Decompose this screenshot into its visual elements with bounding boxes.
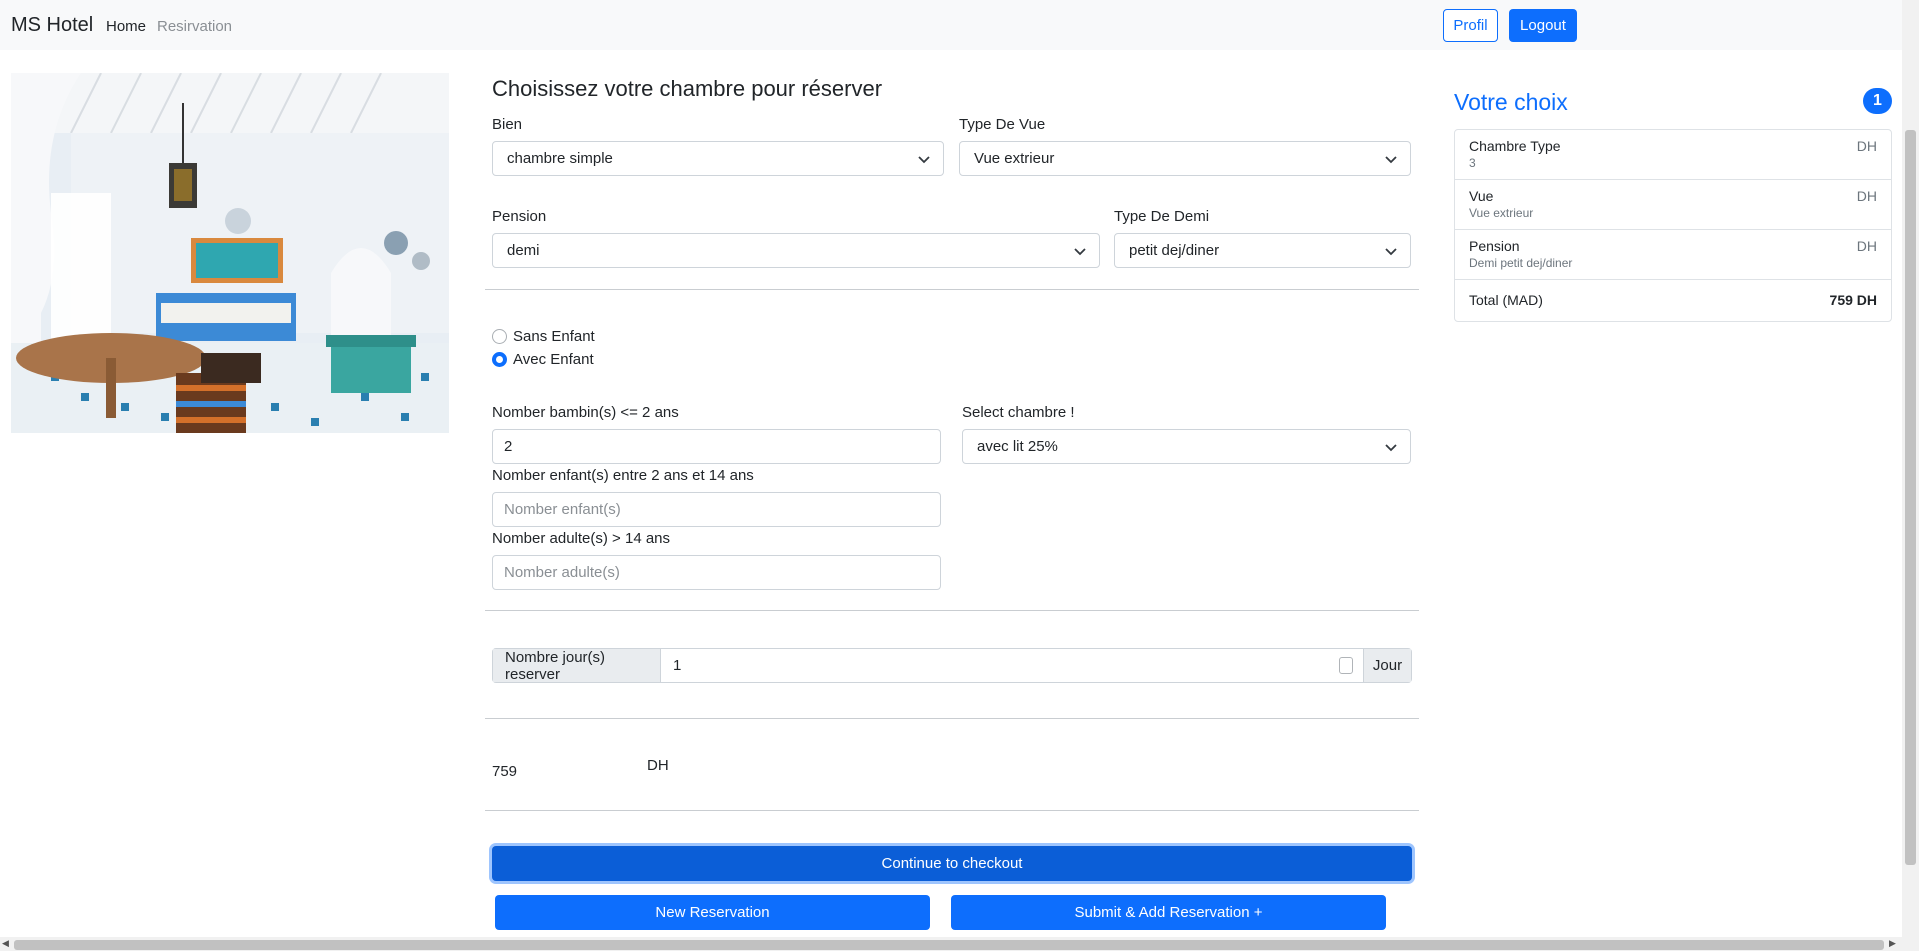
bambin-input[interactable]: 2: [492, 429, 941, 464]
list-item: Chambre Type 3 DH: [1455, 130, 1891, 180]
bambin-label: Nomber bambin(s) <= 2 ans: [492, 404, 679, 421]
total-amount: 759 DH: [1829, 292, 1877, 308]
navbar: MS Hotel Home Resirvation Profil Logout: [0, 0, 1902, 50]
pension-label: Pension: [492, 208, 547, 225]
type-demi-select-value: petit dej/diner: [1129, 242, 1220, 259]
type-vue-select-value: Vue extrieur: [974, 150, 1055, 167]
type-vue-label: Type De Vue: [959, 116, 1046, 133]
list-item: Vue Vue extrieur DH: [1455, 180, 1891, 230]
bien-select[interactable]: chambre simple: [492, 141, 944, 176]
type-demi-label: Type De Demi: [1114, 208, 1210, 225]
enfant-label: Nomber enfant(s) entre 2 ans et 14 ans: [492, 467, 754, 484]
chevron-down-icon: [918, 156, 930, 164]
divider: [485, 718, 1419, 719]
brand-logo[interactable]: MS Hotel: [11, 14, 93, 37]
jours-suffix: Jour: [1363, 649, 1411, 682]
list-item-price: DH: [1856, 188, 1877, 204]
radio-avec-enfant[interactable]: Avec Enfant: [492, 351, 594, 368]
radio-sans-enfant[interactable]: Sans Enfant: [492, 328, 595, 345]
select-chambre-select[interactable]: avec lit 25%: [962, 429, 1411, 464]
list-item-sub: Vue extrieur: [1469, 206, 1534, 220]
radio-icon: [492, 329, 507, 344]
chevron-down-icon: [1074, 248, 1086, 256]
jours-input-value: 1: [673, 657, 682, 674]
chevron-down-icon: [1385, 156, 1397, 164]
count-badge: 1: [1863, 88, 1892, 114]
jours-input[interactable]: 1: [661, 649, 1363, 682]
list-item-sub: 3: [1469, 156, 1476, 170]
bien-select-value: chambre simple: [507, 150, 613, 167]
submit-add-reservation-button[interactable]: Submit & Add Reservation +: [951, 895, 1386, 930]
divider: [485, 289, 1419, 290]
scroll-right-icon[interactable]: ▶: [1889, 938, 1896, 949]
radio-sans-enfant-label: Sans Enfant: [513, 328, 595, 345]
list-item-heading: Vue: [1469, 188, 1494, 204]
nav-link-home[interactable]: Home: [106, 18, 146, 35]
total-unit: DH: [647, 757, 669, 774]
divider: [485, 610, 1419, 611]
page-title: Choisissez votre chambre pour réserver: [492, 76, 883, 101]
select-chambre-label: Select chambre !: [962, 404, 1075, 421]
profil-button[interactable]: Profil: [1443, 9, 1498, 42]
list-item: Pension Demi petit dej/diner DH: [1455, 230, 1891, 280]
jours-prefix: Nombre jour(s) reserver: [493, 649, 661, 683]
total-label: Total (MAD): [1469, 292, 1543, 308]
room-image: [11, 73, 449, 433]
chevron-down-icon: [1385, 444, 1397, 452]
adulte-label: Nomber adulte(s) > 14 ans: [492, 530, 671, 547]
type-vue-select[interactable]: Vue extrieur: [959, 141, 1411, 176]
scroll-left-icon[interactable]: ◀: [2, 938, 9, 949]
select-chambre-value: avec lit 25%: [977, 438, 1058, 455]
pension-select-value: demi: [507, 242, 540, 259]
type-demi-select[interactable]: petit dej/diner: [1114, 233, 1411, 268]
nav-link-resirvation[interactable]: Resirvation: [157, 18, 232, 35]
vertical-scroll-thumb[interactable]: [1905, 130, 1916, 865]
list-item-price: DH: [1856, 138, 1877, 154]
list-item-sub: Demi petit dej/diner: [1469, 256, 1573, 270]
continue-checkout-button[interactable]: Continue to checkout: [492, 846, 1412, 881]
pension-select[interactable]: demi: [492, 233, 1100, 268]
adulte-input[interactable]: Nomber adulte(s): [492, 555, 941, 590]
jours-input-group: Nombre jour(s) reserver 1 Jour: [492, 648, 1412, 683]
total-value: 759: [492, 763, 518, 780]
radio-checked-icon: [492, 352, 507, 367]
new-reservation-button[interactable]: New Reservation: [495, 895, 930, 930]
radio-avec-enfant-label: Avec Enfant: [513, 351, 594, 368]
list-item-heading: Chambre Type: [1469, 138, 1561, 154]
logout-button[interactable]: Logout: [1509, 9, 1577, 42]
bien-label: Bien: [492, 116, 523, 133]
list-item-heading: Pension: [1469, 238, 1520, 254]
divider: [485, 810, 1419, 811]
enfant-input[interactable]: Nomber enfant(s): [492, 492, 941, 527]
spinner-icon[interactable]: [1339, 657, 1353, 674]
chevron-down-icon: [1385, 248, 1397, 256]
horizontal-scroll-thumb[interactable]: [14, 940, 1884, 950]
list-item-price: DH: [1856, 238, 1877, 254]
total-row: Total (MAD) 759 DH: [1455, 280, 1891, 321]
sidebar-title: Votre choix: [1454, 89, 1568, 115]
choice-list: Chambre Type 3 DH Vue Vue extrieur DH Pe…: [1454, 129, 1892, 322]
